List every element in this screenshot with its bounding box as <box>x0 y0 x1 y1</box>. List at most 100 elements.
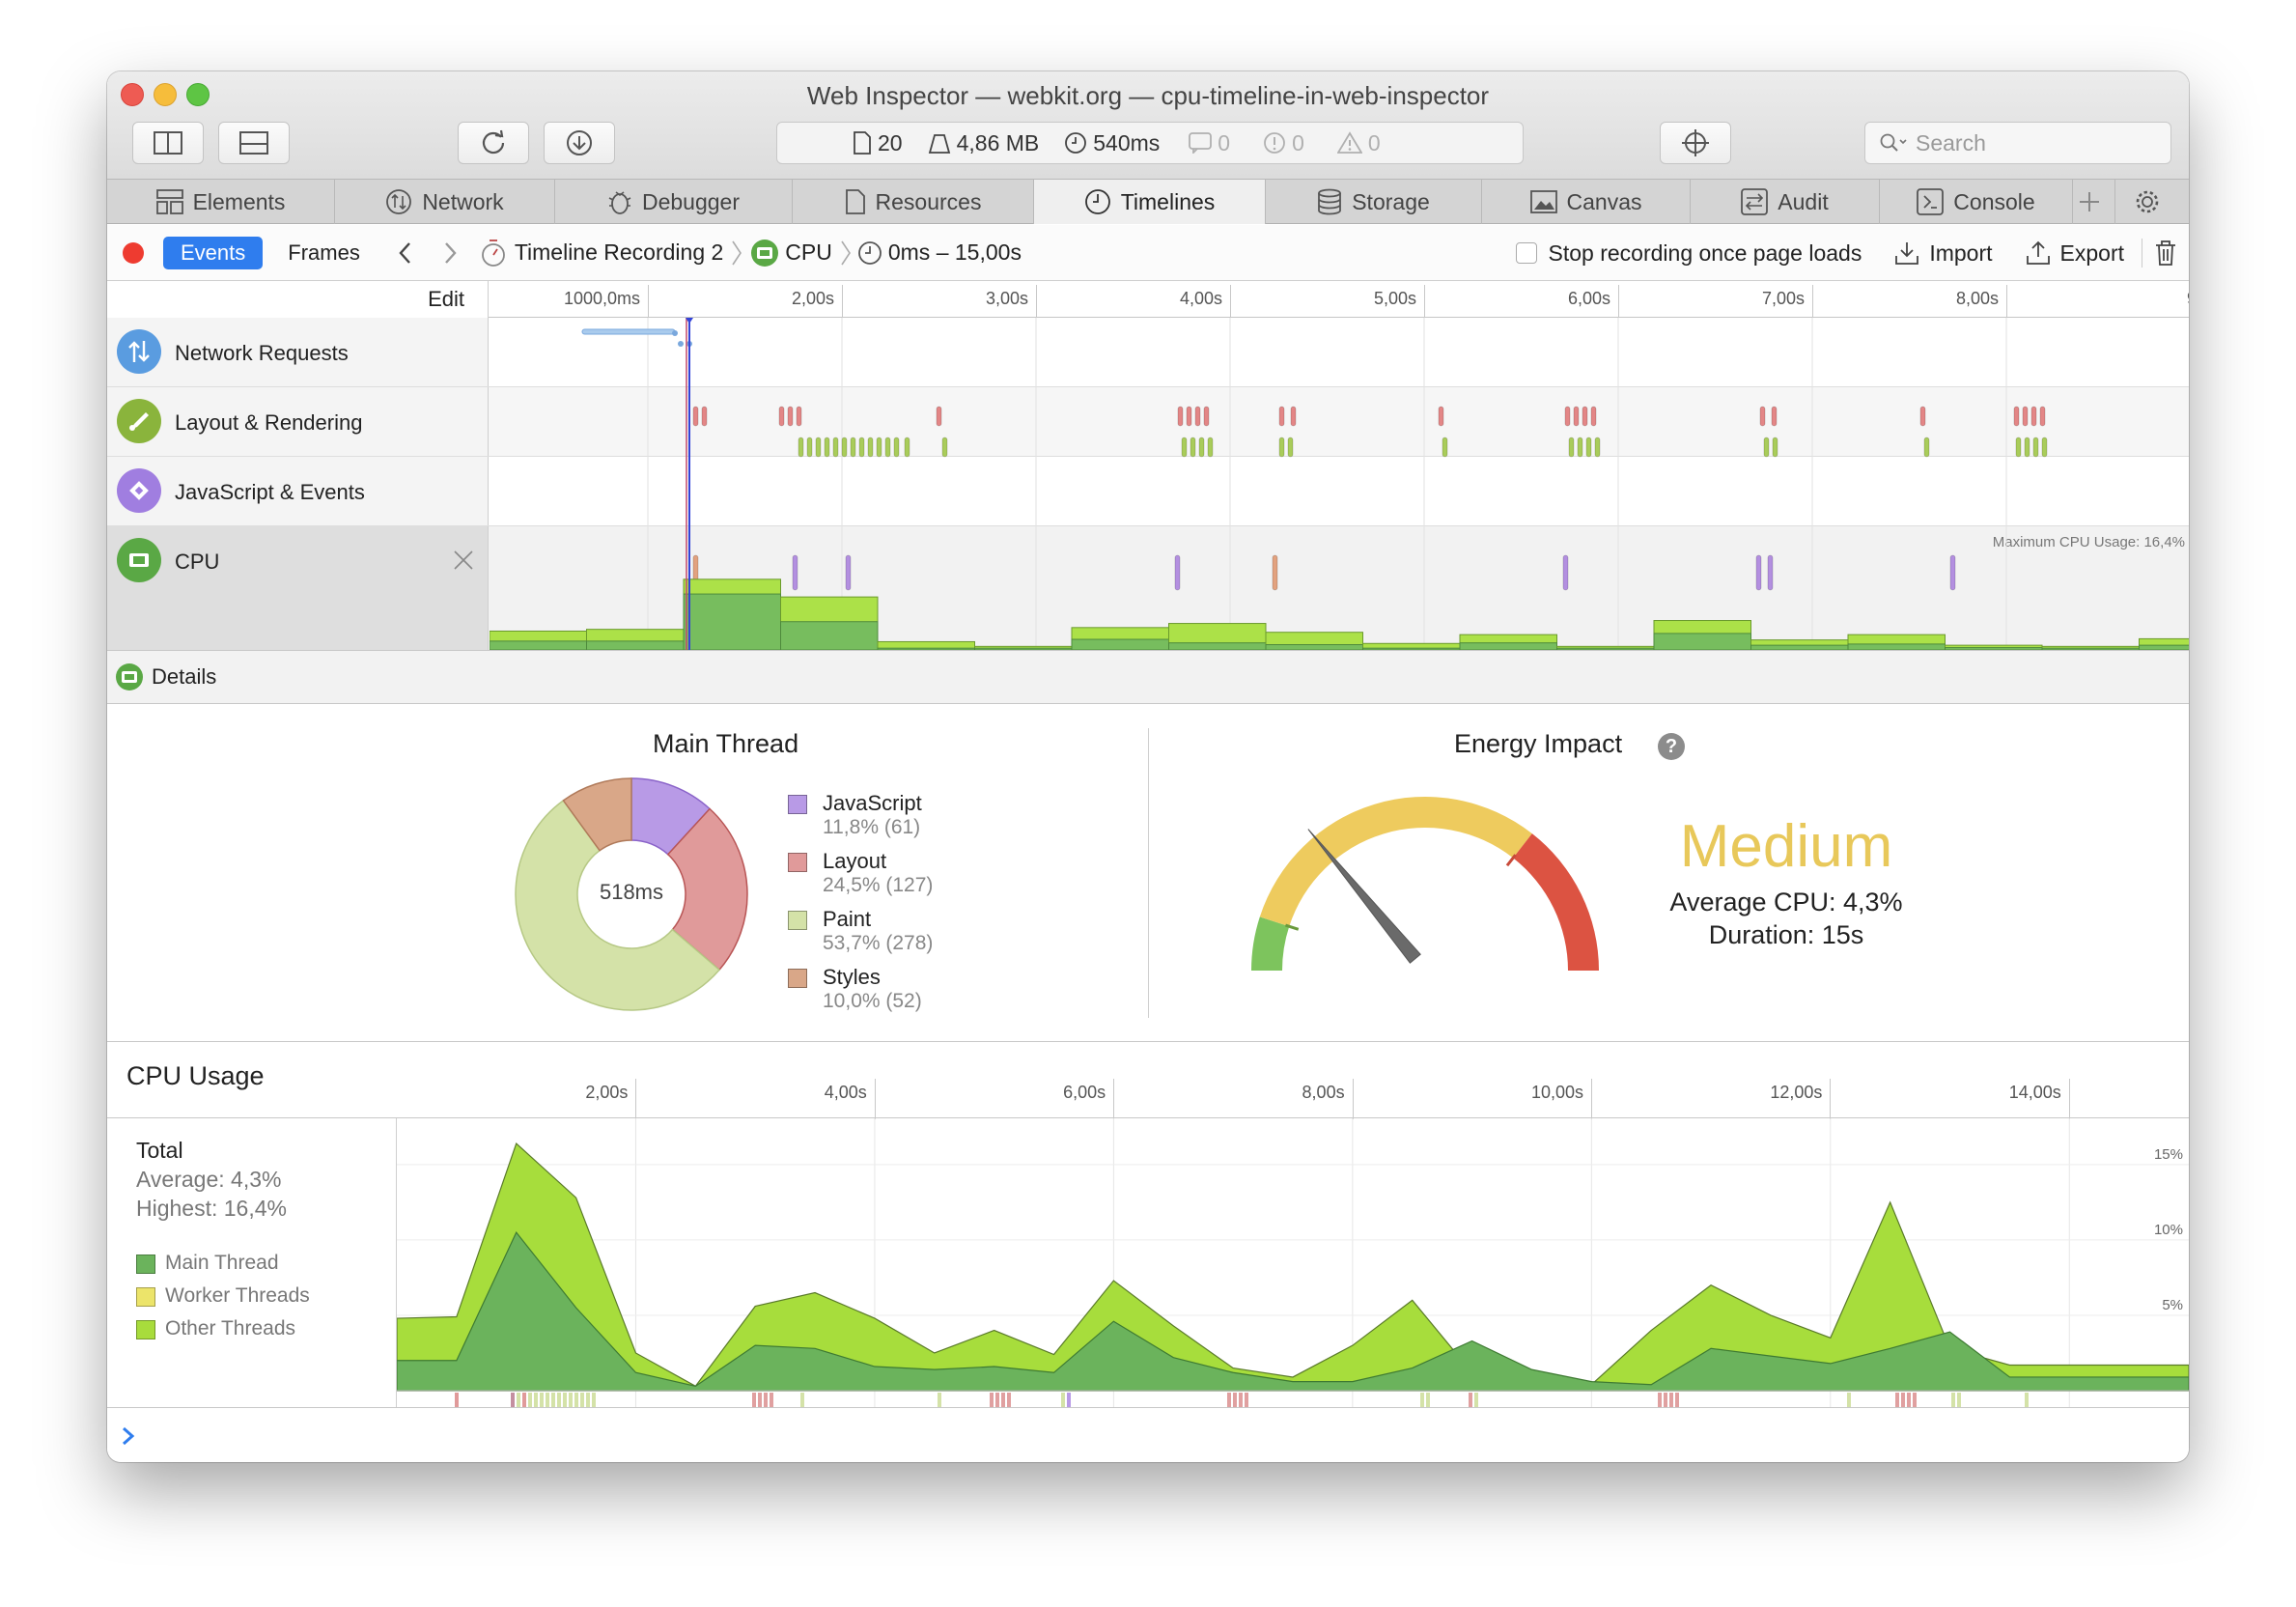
paint-record[interactable] <box>1772 437 1778 458</box>
paint-record[interactable] <box>1577 437 1583 458</box>
paint-record[interactable] <box>1287 437 1294 458</box>
back-arrow-icon[interactable] <box>397 240 414 266</box>
javascript-record[interactable] <box>1562 554 1569 591</box>
help-icon[interactable]: ? <box>1658 733 1685 760</box>
layout-record[interactable] <box>1573 406 1580 427</box>
tab-network[interactable]: Network <box>335 180 555 224</box>
paint-record[interactable] <box>1198 437 1205 458</box>
export-button[interactable]: Export <box>2060 240 2124 267</box>
download-button[interactable] <box>544 122 615 164</box>
paint-record[interactable] <box>876 437 882 458</box>
layout-record[interactable] <box>2013 406 2020 427</box>
trash-icon[interactable] <box>2154 240 2177 267</box>
paint-record[interactable] <box>893 437 900 458</box>
paint-record[interactable] <box>1594 437 1601 458</box>
paint-record[interactable] <box>1923 437 1930 458</box>
export-icon[interactable] <box>2026 240 2051 266</box>
javascript-record[interactable] <box>792 554 798 591</box>
new-tab-button[interactable] <box>2073 180 2115 224</box>
layout-record[interactable] <box>796 406 802 427</box>
layout-record[interactable] <box>1564 406 1571 427</box>
paint-record[interactable] <box>884 437 891 458</box>
breadcrumb-recording[interactable]: Timeline Recording 2 <box>515 240 723 266</box>
paint-record[interactable] <box>850 437 856 458</box>
record-button[interactable] <box>123 241 144 264</box>
paint-record[interactable] <box>1207 437 1214 458</box>
edit-button[interactable]: Edit <box>428 287 464 312</box>
paint-record[interactable] <box>2041 437 2048 458</box>
tab-storage[interactable]: Storage <box>1266 180 1482 224</box>
layout-record[interactable] <box>1759 406 1766 427</box>
layout-record[interactable] <box>1177 406 1184 427</box>
layout-record[interactable] <box>1438 406 1444 427</box>
tab-timelines[interactable]: Timelines <box>1034 180 1266 224</box>
paint-record[interactable] <box>2032 437 2039 458</box>
import-icon[interactable] <box>1894 240 1919 266</box>
search-field[interactable]: Search <box>1864 122 2171 164</box>
layout-record[interactable] <box>1186 406 1192 427</box>
paint-record[interactable] <box>867 437 874 458</box>
paint-record[interactable] <box>815 437 822 458</box>
breadcrumb-time-range[interactable]: 0ms – 15,00s <box>888 240 1022 266</box>
tab-debugger[interactable]: Debugger <box>555 180 793 224</box>
playhead-handle[interactable] <box>682 318 697 324</box>
javascript-record[interactable] <box>1767 554 1774 591</box>
paint-record[interactable] <box>1568 437 1575 458</box>
layout-record[interactable] <box>1290 406 1297 427</box>
event-record[interactable] <box>1272 554 1278 591</box>
layout-record[interactable] <box>2030 406 2037 427</box>
tab-elements[interactable]: Elements <box>107 180 335 224</box>
layout-record[interactable] <box>701 406 708 427</box>
layout-record[interactable] <box>1590 406 1597 427</box>
tab-canvas[interactable]: Canvas <box>1482 180 1691 224</box>
page-stats[interactable]: 20 4,86 MB 540ms 0 0 0 <box>776 122 1524 164</box>
layout-record[interactable] <box>1278 406 1285 427</box>
layout-record[interactable] <box>936 406 942 427</box>
reload-button[interactable] <box>458 122 529 164</box>
dock-side-button[interactable] <box>132 122 204 164</box>
layout-record[interactable] <box>1582 406 1588 427</box>
paint-record[interactable] <box>832 437 839 458</box>
network-request-bar[interactable] <box>581 328 676 335</box>
console-prompt[interactable] <box>107 1407 2189 1462</box>
stop-recording-checkbox[interactable] <box>1515 242 1537 264</box>
tab-resources[interactable]: Resources <box>793 180 1034 224</box>
paint-record[interactable] <box>1190 437 1196 458</box>
layout-record[interactable] <box>2022 406 2029 427</box>
layout-record[interactable] <box>1194 406 1201 427</box>
layout-record[interactable] <box>1919 406 1926 427</box>
javascript-record[interactable] <box>1174 554 1181 591</box>
paint-record[interactable] <box>1442 437 1448 458</box>
paint-record[interactable] <box>858 437 865 458</box>
paint-record[interactable] <box>806 437 813 458</box>
close-track-icon[interactable] <box>453 550 474 571</box>
paint-record[interactable] <box>798 437 804 458</box>
paint-record[interactable] <box>1181 437 1188 458</box>
events-mode-button[interactable]: Events <box>163 236 264 269</box>
javascript-record[interactable] <box>1949 554 1956 591</box>
paint-record[interactable] <box>1763 437 1770 458</box>
paint-record[interactable] <box>824 437 830 458</box>
import-button[interactable]: Import <box>1929 240 1992 267</box>
paint-record[interactable] <box>904 437 910 458</box>
layout-record[interactable] <box>692 406 699 427</box>
frames-mode-button[interactable]: Frames <box>270 237 378 269</box>
layout-record[interactable] <box>1203 406 1210 427</box>
paint-record[interactable] <box>1278 437 1285 458</box>
paint-record[interactable] <box>941 437 948 458</box>
paint-record[interactable] <box>2015 437 2022 458</box>
layout-record[interactable] <box>2039 406 2046 427</box>
layout-record[interactable] <box>787 406 794 427</box>
layout-record[interactable] <box>1771 406 1778 427</box>
breadcrumb-cpu[interactable]: CPU <box>785 240 832 266</box>
paint-record[interactable] <box>2024 437 2030 458</box>
element-selection-button[interactable] <box>1660 122 1731 164</box>
javascript-record[interactable] <box>1755 554 1762 591</box>
dock-bottom-button[interactable] <box>218 122 290 164</box>
tab-console[interactable]: Console <box>1880 180 2073 224</box>
paint-record[interactable] <box>841 437 848 458</box>
javascript-record[interactable] <box>845 554 852 591</box>
paint-record[interactable] <box>1585 437 1592 458</box>
forward-arrow-icon[interactable] <box>441 240 459 266</box>
layout-record[interactable] <box>778 406 785 427</box>
